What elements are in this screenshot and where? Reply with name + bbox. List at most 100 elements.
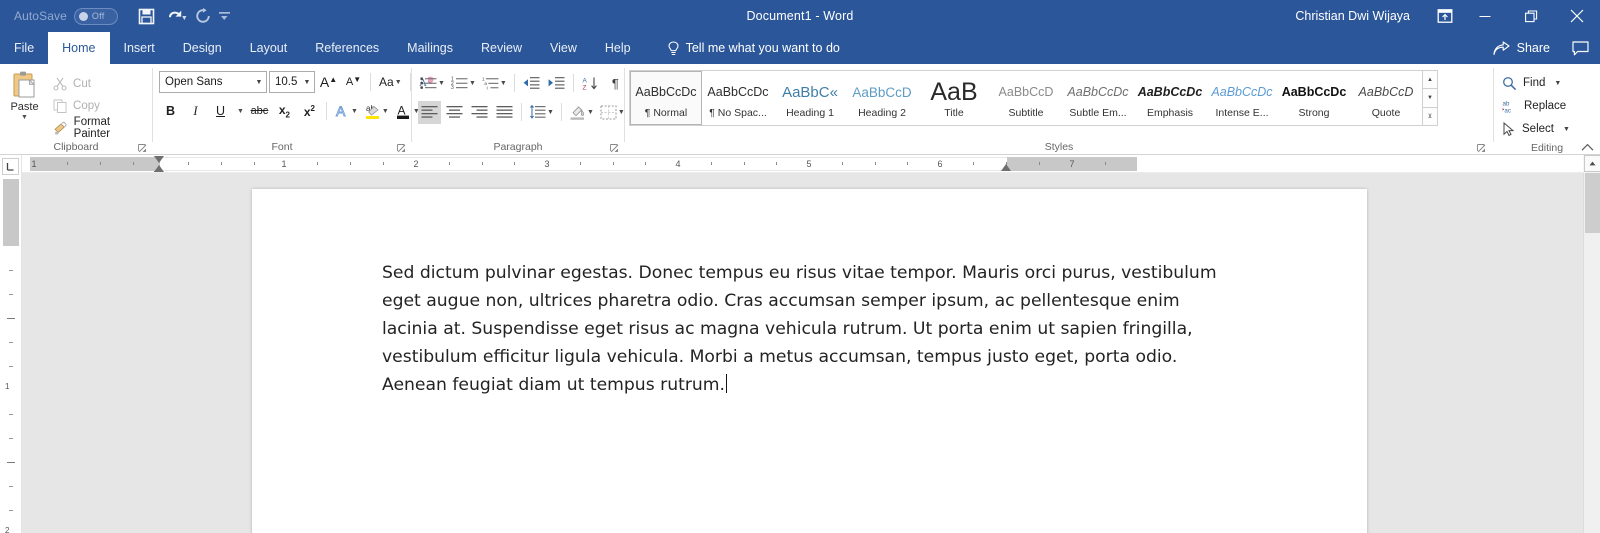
right-indent-marker[interactable] [1001,164,1011,171]
select-caret-icon[interactable]: ▼ [1563,126,1570,133]
minimize-window-button[interactable] [1462,0,1508,32]
tab-file[interactable]: File [0,32,48,64]
show-formatting-marks-button[interactable]: ¶ [604,72,627,95]
shading-caret-icon[interactable]: ▼ [587,109,594,116]
styles-scroll-down-button[interactable]: ▼ [1423,89,1438,108]
justify-button[interactable] [493,101,516,124]
align-left-button[interactable] [418,100,441,124]
style-tile-intense-emphasis[interactable]: AaBbCcDc Intense E... [1206,71,1278,125]
styles-gallery[interactable]: AaBbCcDc ¶ Normal AaBbCcDc ¶ No Spac... … [629,70,1423,126]
find-caret-icon[interactable]: ▼ [1554,80,1561,87]
underline-caret-icon[interactable]: ▼ [237,108,244,115]
change-case-button[interactable]: Aa ▼ [376,71,405,94]
cut-button[interactable]: Cut [49,73,152,94]
text-highlight-caret-icon[interactable]: ▼ [382,108,389,115]
styles-more-button[interactable]: ⊻ [1423,107,1438,126]
underline-button[interactable]: U [209,100,232,123]
multilevel-list-caret-icon[interactable]: ▼ [500,80,507,87]
decrease-indent-button[interactable] [520,72,543,95]
styles-scroll-up-button[interactable]: ▲ [1423,70,1438,90]
document-page[interactable]: Sed dictum pulvinar egestas. Donec tempu… [252,189,1367,533]
paste-dropdown-caret[interactable]: ▼ [21,114,28,121]
style-tile-strong[interactable]: AaBbCcDc Strong [1278,71,1350,125]
vertical-ruler[interactable]: 1 2 [0,155,22,533]
style-tile-no-spacing[interactable]: AaBbCcDc ¶ No Spac... [702,71,774,125]
align-right-button[interactable] [468,101,491,124]
autosave-control[interactable]: AutoSave Off [14,7,118,25]
styles-dialog-launcher[interactable] [1475,142,1487,154]
tab-stop-selector-button[interactable] [2,158,19,175]
tab-home[interactable]: Home [48,32,110,64]
style-tile-heading-2[interactable]: AaBbCcD Heading 2 [846,71,918,125]
style-tile-emphasis[interactable]: AaBbCcDc Emphasis [1134,71,1206,125]
first-line-indent-marker[interactable] [154,156,164,163]
sort-button[interactable]: A Z [579,72,602,95]
tab-review[interactable]: Review [467,32,536,64]
account-user-name[interactable]: Christian Dwi Wijaya [1295,9,1410,23]
borders-button[interactable]: ▼ [598,101,627,124]
find-button[interactable]: Find ▼ [1502,72,1570,94]
font-dialog-launcher[interactable] [395,142,407,154]
paragraph-dialog-launcher[interactable] [608,142,620,154]
tab-mailings[interactable]: Mailings [393,32,467,64]
select-button[interactable]: Select ▼ [1502,118,1570,140]
tab-view[interactable]: View [536,32,591,64]
font-name-caret-icon[interactable]: ▼ [252,79,266,86]
replace-button[interactable]: ab ac Replace [1502,95,1570,117]
comments-button[interactable] [1560,32,1600,64]
copy-button[interactable]: Copy [49,95,152,116]
undo-dropdown-caret[interactable]: ▼ [181,15,188,22]
line-spacing-button[interactable]: ▼ [527,101,556,124]
numbering-button[interactable]: 1 2 3 ▼ [449,72,478,95]
style-tile-normal[interactable]: AaBbCcDc ¶ Normal [630,71,702,125]
bullets-caret-icon[interactable]: ▼ [438,80,445,87]
font-name-combobox[interactable]: Open Sans ▼ [159,71,267,93]
share-button[interactable]: Share [1483,32,1560,64]
scrollbar-thumb[interactable] [1585,173,1600,233]
tab-insert[interactable]: Insert [110,32,169,64]
strikethrough-button[interactable]: abc [248,100,271,123]
scroll-up-button[interactable] [1584,155,1600,172]
redo-button[interactable] [192,3,214,29]
subscript-button[interactable]: x2 [273,100,296,123]
clipboard-dialog-launcher[interactable] [136,142,148,154]
text-effects-button[interactable]: A ▼ [332,100,360,123]
tab-layout[interactable]: Layout [236,32,302,64]
collapse-ribbon-button[interactable] [1581,143,1594,152]
close-window-button[interactable] [1554,0,1600,32]
change-case-caret-icon[interactable]: ▼ [395,79,402,86]
underline-dropdown-button[interactable]: ▼ [234,100,246,123]
format-painter-button[interactable]: Format Painter [49,116,152,140]
style-tile-subtle-emphasis[interactable]: AaBbCcDc Subtle Em... [1062,71,1134,125]
text-effects-caret-icon[interactable]: ▼ [351,108,358,115]
superscript-button[interactable]: x2 [298,100,321,123]
style-tile-quote[interactable]: AaBbCcD Quote [1350,71,1422,125]
line-spacing-caret-icon[interactable]: ▼ [547,109,554,116]
style-tile-heading-1[interactable]: AaBbC« Heading 1 [774,71,846,125]
grow-font-button[interactable]: A ▲ [317,71,340,94]
font-size-combobox[interactable]: 10.5 ▼ [269,71,315,93]
tab-design[interactable]: Design [169,32,236,64]
tab-references[interactable]: References [301,32,393,64]
increase-indent-button[interactable] [545,72,568,95]
restore-window-button[interactable] [1508,0,1554,32]
style-tile-title[interactable]: AaB Title [918,71,990,125]
customize-quick-access-toolbar-button[interactable] [214,3,236,29]
bold-button[interactable]: B [159,100,182,123]
font-size-caret-icon[interactable]: ▼ [300,79,314,86]
tell-me-search-box[interactable]: Tell me what you want to do [667,32,840,64]
style-tile-subtitle[interactable]: AaBbCcD Subtitle [990,71,1062,125]
autosave-toggle[interactable]: Off [73,7,118,25]
text-highlight-color-button[interactable]: ab ▼ [362,100,391,123]
undo-button[interactable]: ▼ [162,3,192,29]
multilevel-list-button[interactable]: 1 a i ▼ [480,72,509,95]
borders-caret-icon[interactable]: ▼ [618,109,625,116]
shading-button[interactable]: ▼ [567,101,596,124]
vertical-scrollbar[interactable] [1583,155,1600,533]
align-center-button[interactable] [443,101,466,124]
italic-button[interactable]: I [184,100,207,123]
document-body-text[interactable]: Sed dictum pulvinar egestas. Donec tempu… [382,259,1227,399]
horizontal-ruler[interactable]: 1 1 2 3 4 5 6 7 [22,155,1600,173]
paste-button[interactable]: Paste ▼ [0,68,49,121]
shrink-font-button[interactable]: A ▼ [342,71,365,94]
